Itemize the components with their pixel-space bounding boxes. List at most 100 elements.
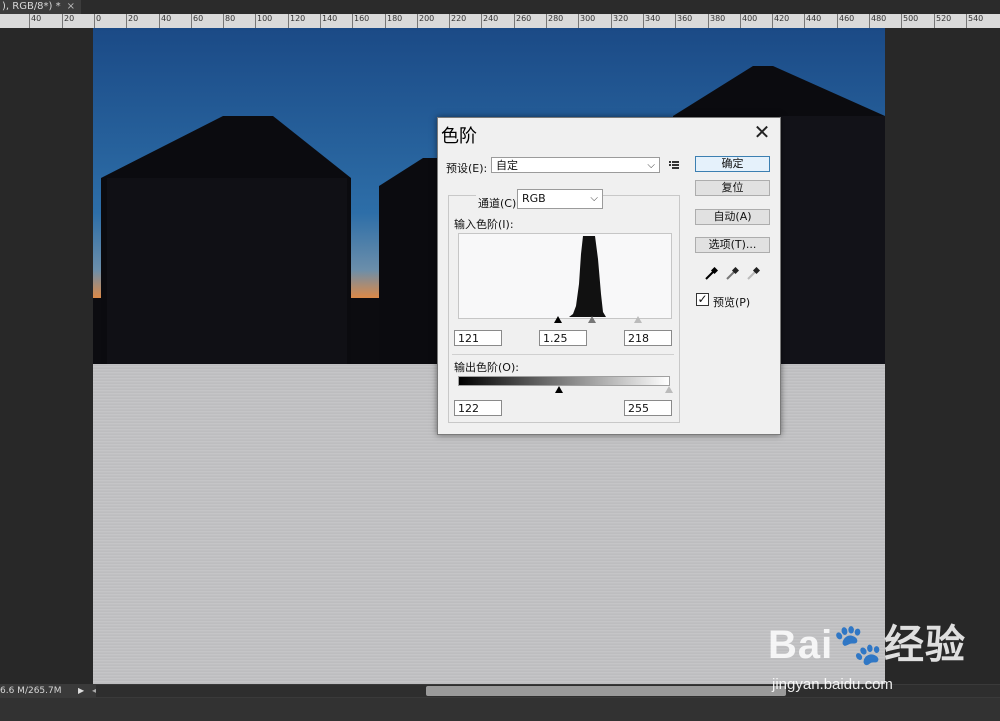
ruler-label: 380 [710,14,726,23]
ruler-tick [578,14,579,28]
ruler-label: 200 [419,14,435,23]
ruler-label: 460 [839,14,855,23]
output-gradient-bar [458,376,670,386]
ruler-label: 40 [161,14,172,23]
ruler-tick [708,14,709,28]
ruler-tick [837,14,838,28]
ruler-tick [288,14,289,28]
ruler-label: 420 [774,14,790,23]
horizontal-scrollbar-thumb[interactable] [426,686,786,696]
levels-dialog: 色阶 ✕ 预设(E): 自定 ⌵ 通道(C): RGB ⌵ 输入色阶(I): 1… [437,117,781,435]
ruler-label: 140 [322,14,338,23]
ruler-label: 20 [128,14,139,23]
ruler-tick [223,14,224,28]
close-icon[interactable]: ✕ [750,120,774,144]
ruler-tick [643,14,644,28]
chevron-down-icon: ⌵ [647,160,655,171]
ruler-tick [191,14,192,28]
reset-button[interactable]: 复位 [695,180,770,196]
ruler-label: 520 [936,14,952,23]
ruler-tick [481,14,482,28]
dialog-title: 色阶 [441,126,477,147]
output-black-slider[interactable] [555,386,563,393]
ruler-tick [869,14,870,28]
ruler-tick [62,14,63,28]
channel-select[interactable]: RGB ⌵ [517,189,603,209]
input-black-field[interactable]: 121 [454,330,502,346]
preset-label: 预设(E): [446,162,488,175]
ruler-tick [320,14,321,28]
ruler-tick [352,14,353,28]
channel-value: RGB [522,192,546,205]
ruler-label: 440 [806,14,822,23]
document-tab-title: ), RGB/8*) * [2,1,61,12]
output-black-field[interactable]: 122 [454,400,502,416]
input-gamma-field[interactable]: 1.25 [539,330,587,346]
channel-label: 通道(C): [476,195,522,211]
ruler-label: 500 [903,14,919,23]
output-white-field[interactable]: 255 [624,400,672,416]
ruler-label: 280 [548,14,564,23]
white-point-eyedropper-icon[interactable] [746,267,760,281]
auto-button[interactable]: 自动(A) [695,209,770,225]
preset-select[interactable]: 自定 ⌵ [491,157,660,173]
output-white-slider[interactable] [665,386,673,393]
ruler-tick [901,14,902,28]
ruler-label: 40 [31,14,42,23]
black-point-eyedropper-icon[interactable] [704,267,718,281]
ruler-label: 220 [451,14,467,23]
divider [452,354,674,355]
chevron-down-icon: ⌵ [590,193,598,204]
ruler-tick [255,14,256,28]
preview-checkbox[interactable]: ✓ [696,293,709,306]
ruler-label: 360 [677,14,693,23]
ruler-tick [772,14,773,28]
ruler-tick [934,14,935,28]
histogram-graph [525,236,655,317]
ruler-tick [385,14,386,28]
ruler-label: 240 [483,14,499,23]
document-size-readout: 6.6 M/265.7M [0,686,62,696]
ruler-tick [159,14,160,28]
ruler-label: 80 [225,14,236,23]
ruler-tick [675,14,676,28]
ruler-label: 320 [613,14,629,23]
close-tab-icon[interactable]: × [67,1,75,12]
output-levels-label: 输出色阶(O): [454,361,519,374]
ruler-label: 300 [580,14,596,23]
ruler-tick [126,14,127,28]
ruler-tick [514,14,515,28]
ruler-label: 260 [516,14,532,23]
ruler-label: 100 [257,14,273,23]
preset-options-icon[interactable] [668,159,680,171]
input-white-field[interactable]: 218 [624,330,672,346]
input-gamma-slider[interactable] [588,316,596,323]
bottom-panel [0,698,1000,721]
ruler-tick [94,14,95,28]
ruler-tick [966,14,967,28]
input-levels-label: 输入色阶(I): [454,218,514,231]
ruler-label: 60 [193,14,204,23]
ruler-label: 400 [742,14,758,23]
ruler-label: 160 [354,14,370,23]
ruler-label: 180 [387,14,403,23]
ruler-label: 340 [645,14,661,23]
input-white-slider[interactable] [634,316,642,323]
ruler-tick [740,14,741,28]
ok-button[interactable]: 确定 [695,156,770,172]
horizontal-ruler[interactable]: 40 20 0 20 40 60 80 100 120 140 160 180 200 220 240 260… [0,14,1000,29]
input-black-slider[interactable] [554,316,562,323]
ruler-tick [804,14,805,28]
gray-point-eyedropper-icon[interactable] [725,267,739,281]
ruler-tick [449,14,450,28]
status-menu-arrow-icon[interactable]: ▶ [78,684,84,698]
baidu-watermark-url: jingyan.baidu.com [772,676,893,693]
document-tab[interactable]: ), RGB/8*) * × [0,0,82,14]
ruler-label: 120 [290,14,306,23]
ruler-tick [546,14,547,28]
options-button[interactable]: 选项(T)... [695,237,770,253]
ruler-label: 20 [64,14,75,23]
ruler-label: 0 [96,14,102,23]
ruler-tick [417,14,418,28]
baidu-watermark-logo: Bai🐾经验 [768,623,967,667]
